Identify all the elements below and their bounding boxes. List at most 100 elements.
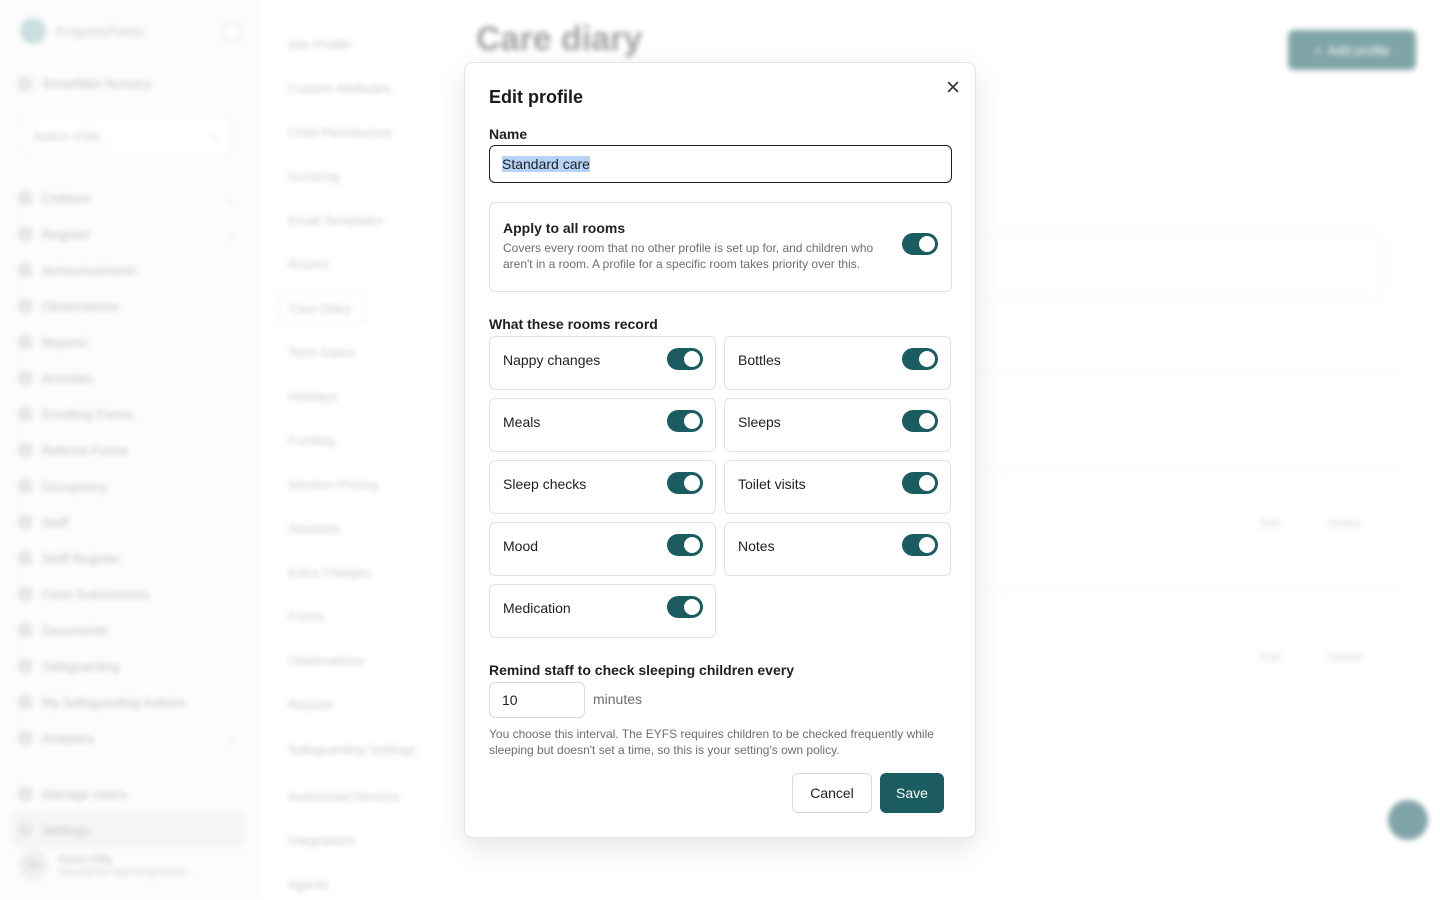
sidebar-item-label: Staff [42,514,69,530]
toggle-knob [919,537,935,553]
add-profile-button[interactable]: + Add profile [1288,30,1416,70]
sidebar-item[interactable]: Referral Forms [18,432,244,468]
sidebar-item-icon [18,823,32,837]
record-option-card: Meals [489,398,716,452]
sidebar-item-label: Occupancy [42,478,108,494]
name-input[interactable]: Standard care [489,145,952,183]
subnav-item[interactable]: Custom Attributes [278,66,428,110]
record-option-card: Bottles [724,336,951,390]
sidebar-item-icon [18,335,32,349]
sidebar-item-icon [18,787,32,801]
record-option-toggle[interactable] [667,410,703,432]
row-edit-link[interactable]: Edit [1260,650,1281,664]
sidebar-item-icon [18,587,32,601]
sidebar-item-icon [18,371,32,385]
sidebar-item[interactable]: Observations [18,288,244,324]
row-delete-link[interactable]: Delete [1328,650,1363,664]
apply-all-rooms-description: Covers every room that no other profile … [503,241,874,271]
sidebar-item-icon [18,443,32,457]
sidebar-item[interactable]: Form Submissions [18,576,244,612]
subnav-item[interactable]: Agents [278,862,428,900]
subnav-item[interactable]: Site Profile [278,22,428,66]
chevron-down-icon: ⌄ [226,192,236,205]
subnav-item[interactable]: Funding [278,418,428,462]
sidebar-item[interactable]: Enrolling Forms [18,396,244,432]
sidebar-item[interactable]: My Safeguarding Actions [18,684,244,720]
sidebar-item[interactable]: Staff [18,504,244,540]
sidebar-item[interactable]: Children ⌄ [18,180,244,216]
row-delete-link[interactable]: Delete [1328,516,1363,530]
sleep-check-interval-input[interactable]: 10 [489,682,585,718]
record-option-label: Nappy changes [503,352,601,368]
sidebar-item[interactable]: Documents [18,612,244,648]
sidebar-item-icon [18,479,32,493]
subnav-item[interactable]: Extra Charges [278,550,428,594]
record-option-toggle[interactable] [902,472,938,494]
record-option-label: Sleep checks [503,476,587,492]
row-edit-link[interactable]: Edit [1260,516,1281,530]
sidebar-item[interactable]: Analytics ⌄ [18,720,244,756]
user-menu[interactable]: SG Sana Gilly sana@the-high-beginners... [18,850,244,880]
sidebar-item-label: Enrolling Forms [42,406,134,422]
sidebar-toggle-icon[interactable] [222,22,242,42]
subnav-item[interactable]: Sessions [278,506,428,550]
name-label: Name [489,126,528,142]
sidebar-item-icon [18,299,32,313]
subnav-item[interactable]: Holidays [278,374,428,418]
subnav-item[interactable]: Care Diary [278,292,366,324]
record-option-toggle[interactable] [902,410,938,432]
subnav-item[interactable]: Email Templates [278,198,428,242]
close-button[interactable] [943,77,963,97]
app-logo: ProgressPoints [20,18,144,44]
sidebar-item[interactable]: Activities [18,360,244,396]
sidebar-item-label: Observations [42,298,119,314]
record-option-card: Sleeps [724,398,951,452]
sidebar: ProgressPoints Snowflake Nursery Select … [0,0,260,900]
sidebar-item-icon [18,263,32,277]
record-option-toggle[interactable] [667,348,703,370]
record-option-label: Notes [738,538,775,554]
dialog-title: Edit profile [489,87,583,107]
sidebar-item-icon [18,695,32,709]
subnav-item[interactable]: Session Pricing [278,462,428,506]
sidebar-item[interactable]: Register ⌄ [18,216,244,252]
subnav-item[interactable]: Rooms [278,242,428,286]
subnav-item[interactable]: Safeguarding Settings [278,726,428,774]
record-option-label: Medication [503,600,571,616]
subnav-item[interactable]: Forms [278,594,428,638]
sidebar-item[interactable]: Reports [18,324,244,360]
record-option-toggle[interactable] [902,534,938,556]
subnav-item[interactable]: Reports [278,682,428,726]
chevron-down-icon: ⌄ [226,732,236,745]
divider [940,372,1400,373]
sidebar-item-label: Register [42,226,91,242]
sidebar-item[interactable]: Staff Register [18,540,244,576]
record-option-toggle[interactable] [667,596,703,618]
sidebar-item-label: Manage Users [42,786,127,802]
subnav-item[interactable]: Observations [278,638,428,682]
subnav-item[interactable]: Invoicing [278,154,428,198]
sidebar-item[interactable]: Announcements [18,252,244,288]
sidebar-item[interactable]: Settings [12,812,244,848]
record-option-card: Toilet visits [724,460,951,514]
record-option-label: Meals [503,414,541,430]
record-option-label: Mood [503,538,539,554]
sidebar-item[interactable]: Safeguarding [18,648,244,684]
avatar: SG [18,850,48,880]
toggle-knob [684,475,700,491]
record-option-toggle[interactable] [902,348,938,370]
subnav-item[interactable]: Child Permissions [278,110,428,154]
sidebar-item[interactable]: Manage Users [18,776,244,812]
cancel-button[interactable]: Cancel [792,773,872,813]
subnav-item[interactable]: Integrations [278,818,428,862]
subnav-item[interactable]: Term Dates [278,330,428,374]
subnav-item[interactable]: Authorised Devices [278,774,428,818]
help-fab[interactable] [1388,800,1428,840]
child-select[interactable]: Select child... ⌄ [20,118,232,154]
sidebar-item[interactable]: Occupancy [18,468,244,504]
record-option-toggle[interactable] [667,472,703,494]
save-button[interactable]: Save [880,773,944,813]
record-option-toggle[interactable] [667,534,703,556]
nursery-name[interactable]: Snowflake Nursery [18,76,151,91]
apply-all-rooms-toggle[interactable] [902,233,938,255]
